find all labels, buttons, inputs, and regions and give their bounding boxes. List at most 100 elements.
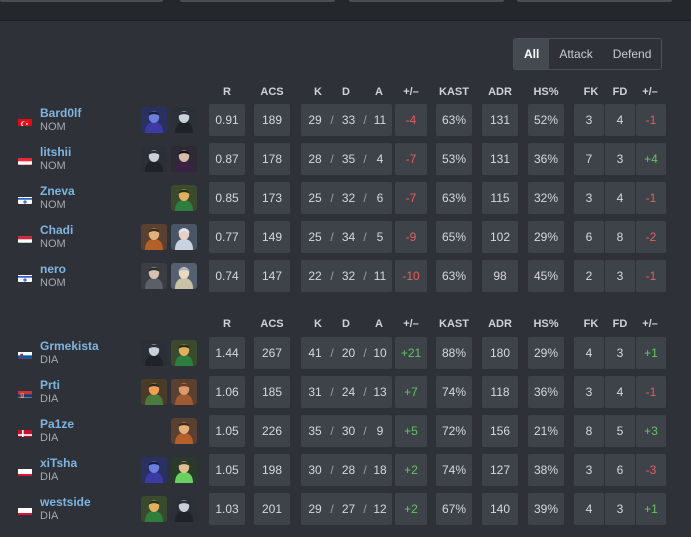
stat-k: 28 xyxy=(308,152,322,166)
player-name-link[interactable]: Prti xyxy=(40,378,60,392)
top-tab-indicator xyxy=(517,0,672,2)
stat-r: 1.05 xyxy=(209,454,245,486)
player-name-link[interactable]: westside xyxy=(40,495,91,509)
agent-viper-icon xyxy=(171,107,197,133)
stat-a: 9 xyxy=(376,424,384,438)
column-header-fk: FK xyxy=(583,86,599,98)
israel-flag xyxy=(18,272,32,282)
player-row: Prti DIA 1.06 185 +7 74% 118 36% 3 4 -1 31/24/13 xyxy=(0,376,691,408)
stat-d: 24 xyxy=(341,385,356,399)
stat-fkfd: -1 xyxy=(636,260,666,292)
player-row: Chadi NOM 0.77 149 -9 65% 102 29% 6 8 -2 25/34/5 xyxy=(0,221,691,253)
stat-kast: 72% xyxy=(436,415,472,447)
stat-kast: 53% xyxy=(436,143,472,175)
agent-breach-icon xyxy=(141,224,167,250)
player-name-link[interactable]: Zneva xyxy=(40,184,75,198)
stat-a: 10 xyxy=(373,346,387,360)
player-name-link[interactable]: litshii xyxy=(40,145,71,159)
column-header-a: A xyxy=(375,86,383,98)
stat-adr: 115 xyxy=(482,182,518,214)
serbia-flag xyxy=(18,388,32,398)
column-header-acs: ACS xyxy=(260,318,284,330)
stat-fkfd: +1 xyxy=(636,337,666,369)
stat-fk: 4 xyxy=(574,493,604,525)
player-row: litshii NOM 0.87 178 -7 53% 131 36% 7 3 +4 28/35/4 xyxy=(0,143,691,175)
stat-kda: 29/27/12 xyxy=(301,493,392,525)
stat-kast: 65% xyxy=(436,221,472,253)
agent-skye-icon xyxy=(141,496,167,522)
stat-k: 29 xyxy=(308,113,322,127)
stat-kast: 63% xyxy=(436,182,472,214)
stat-r: 1.03 xyxy=(209,493,245,525)
player-name-link[interactable]: Chadi xyxy=(40,223,73,237)
stat-d: 34 xyxy=(341,230,356,244)
stat-r: 0.74 xyxy=(209,260,245,292)
player-name-link[interactable]: Bard0lf xyxy=(40,106,81,120)
player-team-tag: NOM xyxy=(40,199,66,211)
stat-kast: 74% xyxy=(436,376,472,408)
column-header-k: K xyxy=(314,86,322,98)
agent-viper-icon xyxy=(171,496,197,522)
stat-fkfd: +1 xyxy=(636,493,666,525)
player-name-link[interactable]: nero xyxy=(40,262,66,276)
stat-fk: 3 xyxy=(574,454,604,486)
stat-fd: 3 xyxy=(605,493,635,525)
stat-acs: 147 xyxy=(254,260,290,292)
column-header-fk: FK xyxy=(583,318,599,330)
agent-breach-icon xyxy=(171,418,197,444)
player-name-link[interactable]: xiTsha xyxy=(40,456,77,470)
stat-acs: 173 xyxy=(254,182,290,214)
stat-pm: -10 xyxy=(395,260,427,292)
stat-a: 6 xyxy=(376,191,384,205)
stat-adr: 127 xyxy=(482,454,518,486)
player-row: nero NOM 0.74 147 -10 63% 98 45% 2 3 -1 22/32/11 xyxy=(0,260,691,292)
column-header-fd: FD xyxy=(612,86,628,98)
agent-omen-icon xyxy=(141,457,167,483)
player-row: xiTsha DIA 1.05 198 +2 74% 127 38% 3 6 -3 30/28/18 xyxy=(0,454,691,486)
player-team-tag: NOM xyxy=(40,121,66,133)
player-name-link[interactable]: Pa1ze xyxy=(40,417,74,431)
filter-defend-button[interactable]: Defend xyxy=(602,39,662,69)
column-header-pm: +/– xyxy=(403,86,419,98)
stat-d: 32 xyxy=(341,191,356,205)
agent-viper-icon xyxy=(141,340,167,366)
stat-adr: 98 xyxy=(482,260,518,292)
stat-k: 30 xyxy=(308,463,322,477)
agent-skye-icon xyxy=(171,340,197,366)
column-header-hs: HS% xyxy=(533,318,559,330)
column-header-d: D xyxy=(342,86,350,98)
stat-hs: 29% xyxy=(528,221,564,253)
player-team-tag: DIA xyxy=(40,510,59,522)
agent-skye-icon xyxy=(171,185,197,211)
stat-pm: -9 xyxy=(395,221,427,253)
player-name-link[interactable]: Grmekista xyxy=(40,339,99,353)
stat-k: 35 xyxy=(308,424,322,438)
filter-all-button[interactable]: All xyxy=(514,39,550,69)
stat-fd: 8 xyxy=(605,221,635,253)
slovenia-flag xyxy=(18,349,32,359)
stat-r: 1.05 xyxy=(209,415,245,447)
top-tab-indicator xyxy=(349,0,504,2)
stat-fd: 6 xyxy=(605,454,635,486)
column-header-fd: FD xyxy=(612,318,628,330)
agent-omen-icon xyxy=(141,107,167,133)
column-header-hs: HS% xyxy=(533,86,559,98)
column-header-kast: KAST xyxy=(439,86,469,98)
stat-r: 0.77 xyxy=(209,221,245,253)
stat-acs: 226 xyxy=(254,415,290,447)
stat-r: 0.91 xyxy=(209,104,245,136)
stat-kda: 22/32/11 xyxy=(301,260,392,292)
player-row: Grmekista DIA 1.44 267 +21 88% 180 29% 4 3 +1 41/20… xyxy=(0,337,691,369)
stat-acs: 189 xyxy=(254,104,290,136)
stat-a: 18 xyxy=(373,463,387,477)
stat-adr: 118 xyxy=(482,376,518,408)
stat-hs: 36% xyxy=(528,143,564,175)
stat-fkfd: -1 xyxy=(636,104,666,136)
filter-attack-button[interactable]: Attack xyxy=(549,39,603,69)
player-row: westside DIA 1.03 201 +2 67% 140 39% 4 3 +1 29/27/1… xyxy=(0,493,691,525)
stat-k: 29 xyxy=(308,502,322,516)
agent-sova2-icon xyxy=(171,379,197,405)
stat-fk: 2 xyxy=(574,260,604,292)
column-header-a: A xyxy=(375,318,383,330)
agent-reyna-icon xyxy=(171,146,197,172)
